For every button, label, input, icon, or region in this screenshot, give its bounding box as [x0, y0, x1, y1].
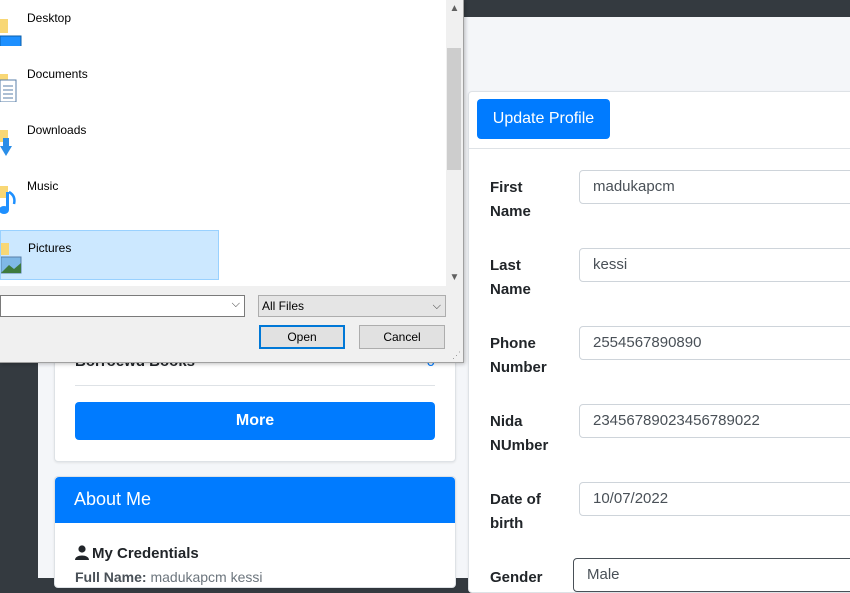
date-of-birth-input[interactable]: 10/07/2022	[579, 482, 850, 516]
music-folder-icon	[0, 186, 16, 214]
credentials-title: My Credentials	[92, 545, 199, 562]
open-button[interactable]: Open	[259, 325, 345, 349]
full-name-line: Full Name: madukapcm kessi	[75, 569, 263, 585]
last-name-input[interactable]: kessi	[579, 248, 850, 282]
credentials-heading: My Credentials	[75, 545, 199, 562]
full-name-value: madukapcm kessi	[150, 569, 263, 585]
chevron-down-icon[interactable]: ⌵	[433, 296, 441, 316]
last-name-label: Last Name	[490, 254, 570, 302]
folder-item-desktop[interactable]: Desktop	[0, 0, 219, 50]
folder-label-pictures: Pictures	[28, 241, 72, 255]
scroll-down-arrow-icon[interactable]: ▼	[446, 269, 463, 286]
nida-number-label: Nida NUmber	[490, 410, 570, 458]
folder-label-music: Music	[27, 179, 59, 193]
pictures-folder-icon	[1, 243, 22, 274]
scroll-up-arrow-icon[interactable]: ▲	[446, 0, 463, 17]
date-of-birth-label: Date of birth	[490, 488, 570, 536]
first-name-input[interactable]: madukapcm	[579, 170, 850, 204]
phone-number-label: Phone Number	[490, 332, 570, 380]
downloads-folder-icon	[0, 130, 12, 156]
cancel-button[interactable]: Cancel	[359, 325, 445, 349]
resize-grip-icon[interactable]: ⋰	[452, 350, 461, 361]
last-name-label-line2: Name	[490, 281, 531, 298]
about-me-header: About Me	[55, 477, 455, 523]
about-me-title: About Me	[74, 489, 152, 509]
update-profile-button[interactable]: Update Profile	[477, 99, 610, 139]
folder-item-documents[interactable]: Documents	[0, 56, 219, 106]
file-open-dialog: Desktop Documents Downloads Music Pictur…	[0, 0, 464, 363]
first-name-label-line1: First	[490, 179, 523, 196]
phone-number-input[interactable]: 2554567890890	[579, 326, 850, 360]
phone-number-label-line1: Phone	[490, 335, 536, 352]
user-icon	[75, 545, 89, 560]
desktop-folder-icon	[0, 19, 22, 46]
about-me-card: About Me My Credentials Full Name: maduk…	[54, 476, 456, 588]
file-type-filter-select[interactable]: All Files ⌵	[258, 295, 446, 317]
folder-item-downloads[interactable]: Downloads	[0, 112, 219, 162]
nida-number-label-line2: NUmber	[490, 437, 549, 454]
profile-form-header: Update Profile	[469, 92, 850, 149]
documents-folder-icon	[0, 74, 17, 102]
nida-number-input[interactable]: 23456789023456789022	[579, 404, 850, 438]
phone-number-label-line2: Number	[490, 359, 547, 376]
folder-list: Desktop Documents Downloads Music Pictur…	[0, 0, 446, 286]
file-type-filter-value: All Files	[262, 299, 305, 313]
gender-select[interactable]: Male	[573, 558, 850, 592]
scroll-thumb[interactable]	[447, 48, 461, 170]
more-button[interactable]: More	[75, 402, 435, 440]
folder-item-music[interactable]: Music	[0, 168, 219, 218]
first-name-label: First Name	[490, 176, 570, 224]
full-name-label: Full Name:	[75, 569, 147, 585]
file-name-combobox[interactable]: ⌵	[0, 295, 245, 317]
profile-form-card: Update Profile First Name madukapcm Last…	[468, 91, 850, 593]
folder-label-documents: Documents	[27, 67, 88, 81]
chevron-down-icon[interactable]: ⌵	[232, 298, 240, 311]
folder-label-desktop: Desktop	[27, 11, 72, 25]
date-of-birth-label-line1: Date of	[490, 491, 541, 508]
first-name-label-line2: Name	[490, 203, 531, 220]
last-name-label-line1: Last	[490, 257, 521, 274]
nida-number-label-line1: Nida	[490, 413, 523, 430]
gender-label: Gender	[490, 569, 543, 586]
date-of-birth-label-line2: birth	[490, 515, 524, 532]
folder-item-pictures[interactable]: Pictures	[0, 230, 219, 280]
folder-label-downloads: Downloads	[27, 123, 87, 137]
folder-list-scrollbar[interactable]: ▲ ▼	[446, 0, 463, 286]
